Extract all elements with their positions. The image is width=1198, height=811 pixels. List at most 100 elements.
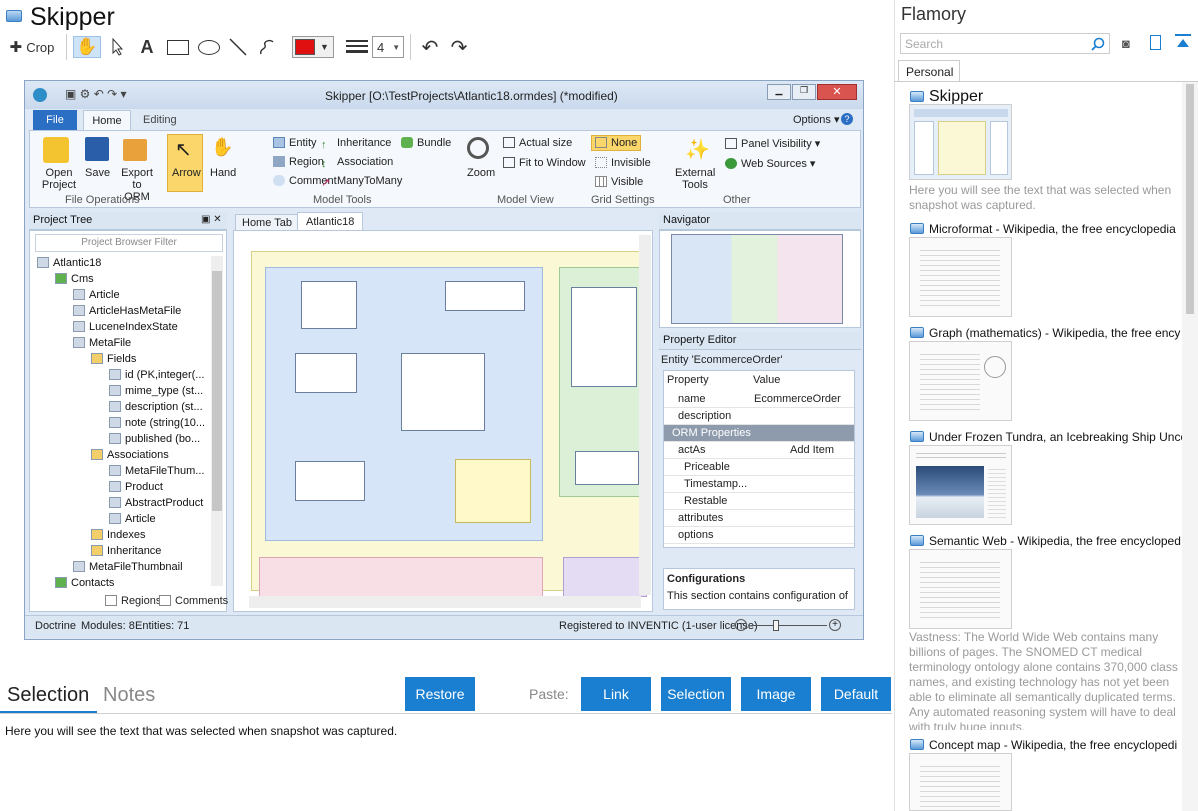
- property-row[interactable]: Timestamp...: [664, 476, 854, 493]
- entity-box[interactable]: [301, 281, 357, 329]
- undo-button[interactable]: ↶: [418, 36, 442, 59]
- open-project-button[interactable]: Open Project: [39, 167, 79, 191]
- tab-selection[interactable]: Selection: [7, 684, 89, 707]
- tree-item[interactable]: published (bo...: [109, 433, 200, 445]
- zoom-slider[interactable]: − +: [735, 619, 841, 633]
- tree-item[interactable]: Atlantic18: [37, 257, 101, 269]
- snapshot-thumbnail[interactable]: [909, 753, 1012, 811]
- redo-button[interactable]: ↷: [447, 36, 471, 59]
- bundle-tool[interactable]: Bundle: [401, 137, 451, 149]
- property-value[interactable]: EcommerceOrder: [754, 393, 841, 405]
- entity-box[interactable]: [295, 461, 365, 501]
- region-attributes[interactable]: [563, 557, 647, 597]
- tree-item[interactable]: mime_type (st...: [109, 385, 203, 397]
- ellipse-tool-button[interactable]: [195, 36, 223, 58]
- property-row[interactable]: description: [664, 408, 854, 425]
- tree-item[interactable]: ArticleHasMetaFile: [73, 305, 181, 317]
- project-filter-input[interactable]: Project Browser Filter: [35, 234, 223, 252]
- tree-item[interactable]: id (PK,integer(...: [109, 369, 204, 381]
- external-tools-button[interactable]: External Tools: [675, 167, 715, 191]
- canvas-hscrollbar[interactable]: [249, 596, 641, 608]
- minimize-button[interactable]: ▁: [767, 84, 791, 100]
- property-row[interactable]: Restable: [664, 493, 854, 510]
- entity-box[interactable]: [445, 281, 525, 311]
- property-row[interactable]: name EcommerceOrder: [664, 391, 854, 408]
- tree-item[interactable]: MetaFile: [73, 337, 131, 349]
- entity-box[interactable]: [401, 353, 485, 431]
- paste-image-button[interactable]: Image: [741, 677, 811, 711]
- paste-link-button[interactable]: Link: [581, 677, 651, 711]
- snapshot-item-title[interactable]: Semantic Web - Wikipedia, the free encyc…: [910, 534, 1182, 548]
- snapshot-thumbnail[interactable]: [909, 341, 1012, 421]
- manytomany-tool[interactable]: ↗ ManyToMany: [321, 175, 402, 189]
- grid-invisible-option[interactable]: Invisible: [595, 157, 651, 169]
- fit-to-window-button[interactable]: Fit to Window: [503, 157, 586, 169]
- paste-selection-button[interactable]: Selection: [661, 677, 731, 711]
- panel-scroll-thumb[interactable]: [1186, 84, 1194, 314]
- help-icon[interactable]: ?: [841, 113, 853, 125]
- snapshot-thumbnail[interactable]: [909, 549, 1012, 629]
- tree-item[interactable]: Cms: [55, 273, 94, 285]
- tree-item[interactable]: description (st...: [109, 401, 203, 413]
- grid-visible-option[interactable]: Visible: [595, 176, 643, 188]
- property-row[interactable]: options: [664, 527, 854, 544]
- regions-checkbox[interactable]: Regions: [105, 595, 161, 607]
- actual-size-button[interactable]: Actual size: [503, 137, 572, 149]
- inheritance-tool[interactable]: ↑ Inheritance: [321, 137, 391, 151]
- property-row[interactable]: ORM Properties: [664, 425, 854, 442]
- tree-item[interactable]: Associations: [91, 449, 169, 461]
- doc-tab-atlantic18[interactable]: Atlantic18: [297, 212, 364, 231]
- snapshot-item-title[interactable]: Under Frozen Tundra, an Icebreaking Ship…: [910, 430, 1182, 444]
- tree-item[interactable]: MetaFileThum...: [109, 465, 204, 477]
- paste-default-button[interactable]: Default: [821, 677, 891, 711]
- tree-item[interactable]: Product: [109, 481, 163, 493]
- select-tool-button[interactable]: [106, 36, 130, 58]
- rectangle-tool-button[interactable]: [164, 36, 192, 58]
- canvas-vscrollbar[interactable]: [639, 235, 651, 595]
- comment-note[interactable]: [455, 459, 531, 523]
- text-tool-button[interactable]: A: [135, 36, 159, 58]
- grid-none-option[interactable]: None: [591, 135, 642, 151]
- hand-tool-label[interactable]: Hand: [210, 167, 236, 179]
- tab-notes[interactable]: Notes: [103, 684, 155, 707]
- tree-item[interactable]: Inheritance: [91, 545, 161, 557]
- color-picker[interactable]: ▼: [292, 36, 334, 58]
- pane-controls[interactable]: ▣ ✕: [201, 214, 222, 225]
- tree-item[interactable]: MetaFileThumbnail: [73, 561, 183, 573]
- maximize-button[interactable]: ❐: [792, 84, 816, 100]
- restore-button[interactable]: Restore: [405, 677, 475, 711]
- document-icon[interactable]: [1150, 35, 1161, 50]
- snapshot-thumbnail[interactable]: [909, 237, 1012, 317]
- property-row[interactable]: attributes: [664, 510, 854, 527]
- snapshot-thumbnail[interactable]: [909, 104, 1012, 180]
- entity-tool[interactable]: Entity: [273, 137, 317, 149]
- entity-box[interactable]: [295, 353, 357, 393]
- tree-item[interactable]: Article: [109, 513, 156, 525]
- search-input[interactable]: Search: [900, 33, 1110, 54]
- snapshot-item-title[interactable]: Concept map - Wikipedia, the free encycl…: [910, 738, 1182, 752]
- tree-item[interactable]: Article: [73, 289, 120, 301]
- entity-box[interactable]: [571, 287, 637, 387]
- line-tool-button[interactable]: [226, 36, 250, 58]
- tree-item[interactable]: LuceneIndexState: [73, 321, 178, 333]
- line-width-select[interactable]: 4 ▼: [372, 36, 404, 58]
- property-row[interactable]: actAs Add Item: [664, 442, 854, 459]
- property-value[interactable]: Add Item: [790, 444, 834, 456]
- tree-item[interactable]: Contacts: [55, 577, 114, 589]
- snapshot-thumbnail[interactable]: [909, 445, 1012, 525]
- pen-tool-button[interactable]: [255, 36, 279, 58]
- tree-item[interactable]: Indexes: [91, 529, 146, 541]
- comments-checkbox[interactable]: Comments: [159, 595, 228, 607]
- property-row[interactable]: Priceable: [664, 459, 854, 476]
- tab-personal[interactable]: Personal: [898, 60, 960, 82]
- zoom-button[interactable]: Zoom: [467, 167, 495, 179]
- crop-button[interactable]: ✚ Crop: [6, 36, 58, 58]
- ribbon-tab-file[interactable]: File: [33, 110, 77, 130]
- tree-item[interactable]: note (string(10...: [109, 417, 205, 429]
- panel-visibility-menu[interactable]: Panel Visibility ▾: [725, 137, 820, 150]
- region-tool[interactable]: Region: [273, 156, 324, 168]
- tree-item[interactable]: AbstractProduct: [109, 497, 203, 509]
- navigator-minimap[interactable]: [671, 234, 843, 324]
- ribbon-tab-home[interactable]: Home: [83, 110, 131, 131]
- hand-tool-button[interactable]: ✋: [73, 36, 101, 58]
